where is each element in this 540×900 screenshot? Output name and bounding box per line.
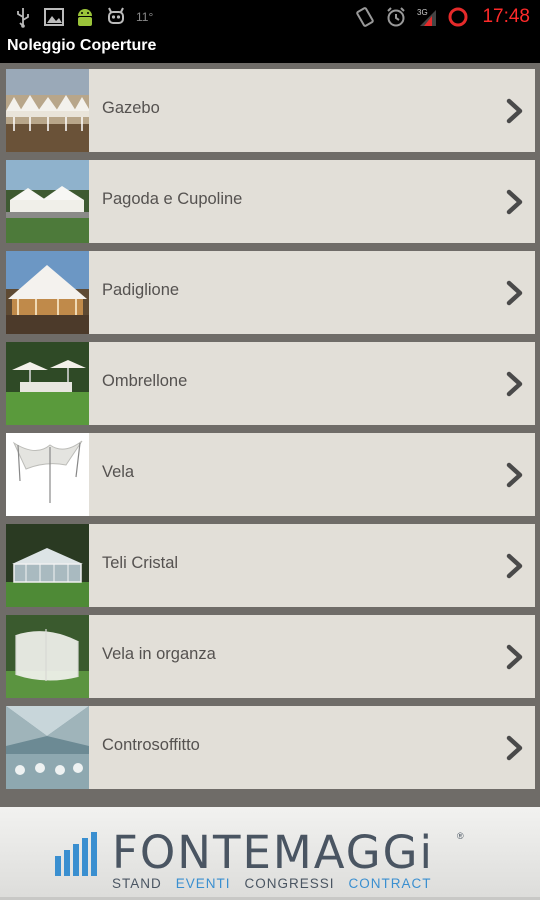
- svg-text:3G: 3G: [417, 8, 428, 17]
- alarm-icon: [387, 7, 406, 27]
- pagoda-tents-photo: [6, 160, 89, 243]
- status-bar: 11° 3G 17:48: [0, 0, 540, 33]
- brand-logo-bars-icon: [55, 832, 97, 876]
- list-item-vela-in-organza[interactable]: Vela in organza: [6, 615, 535, 698]
- umbrellas-photo: [6, 342, 89, 425]
- list-item-padiglione[interactable]: Padiglione: [6, 251, 535, 334]
- tagline-contract: CONTRACT: [348, 876, 432, 891]
- chevron-right-icon: [506, 735, 523, 761]
- list-item-controsoffitto[interactable]: Controsoffitto: [6, 706, 535, 789]
- temperature-readout: 11°: [136, 10, 154, 24]
- chevron-right-icon: [506, 644, 523, 670]
- pavilion-photo: [6, 251, 89, 334]
- registered-mark: ®: [457, 831, 464, 841]
- list-item-teli-cristal[interactable]: Teli Cristal: [6, 524, 535, 607]
- list-item-label: Teli Cristal: [102, 554, 179, 572]
- status-bar-system: 3G 17:48: [354, 4, 530, 30]
- list-item-pagoda[interactable]: Pagoda e Cupoline: [6, 160, 535, 243]
- list-item-label: Vela: [102, 463, 135, 481]
- brand-taglines: STAND EVENTI CONGRESSI CONTRACT: [112, 876, 432, 891]
- ceiling-drape-photo: [6, 706, 89, 789]
- tagline-stand: STAND: [112, 876, 162, 891]
- chevron-right-icon: [506, 280, 523, 306]
- status-bar-notifications: 11°: [12, 5, 153, 29]
- list-item-gazebo[interactable]: Gazebo: [6, 69, 535, 152]
- list-item-label: Vela in organza: [102, 645, 216, 663]
- app-title: Noleggio Coperture: [7, 37, 157, 54]
- list-item-vela[interactable]: Vela: [6, 433, 535, 516]
- category-list: Gazebo Pagoda e Cupoline Padiglione Ombr…: [0, 63, 540, 807]
- list-item-label: Pagoda e Cupoline: [102, 190, 243, 208]
- chevron-right-icon: [506, 189, 523, 215]
- clear-tent-photo: [6, 524, 89, 607]
- list-item-label: Ombrellone: [102, 372, 188, 390]
- list-item-label: Controsoffitto: [102, 736, 200, 754]
- app-title-bar: Noleggio Coperture: [0, 33, 540, 63]
- organza-canopy-photo: [6, 615, 89, 698]
- android-icon: [78, 9, 92, 26]
- tagline-congressi: CONGRESSI: [244, 876, 335, 891]
- signal-3g-icon: 3G: [417, 8, 437, 26]
- gazebo-tents-photo: [6, 69, 89, 152]
- rotate-icon: [356, 7, 375, 27]
- bug-icon: [108, 7, 124, 24]
- usb-icon: [17, 8, 29, 28]
- list-item-ombrellone[interactable]: Ombrellone: [6, 342, 535, 425]
- chevron-right-icon: [506, 98, 523, 124]
- sail-canopy-photo: [6, 433, 89, 516]
- battery-ring-icon: [448, 7, 468, 27]
- tagline-eventi: EVENTI: [175, 876, 231, 891]
- chevron-right-icon: [506, 553, 523, 579]
- list-item-label: Gazebo: [102, 99, 160, 117]
- chevron-right-icon: [506, 462, 523, 488]
- status-clock: 17:48: [482, 6, 530, 27]
- image-icon: [44, 8, 64, 26]
- brand-name: FONTEMAGGi: [112, 826, 434, 879]
- list-item-label: Padiglione: [102, 281, 180, 299]
- chevron-right-icon: [506, 371, 523, 397]
